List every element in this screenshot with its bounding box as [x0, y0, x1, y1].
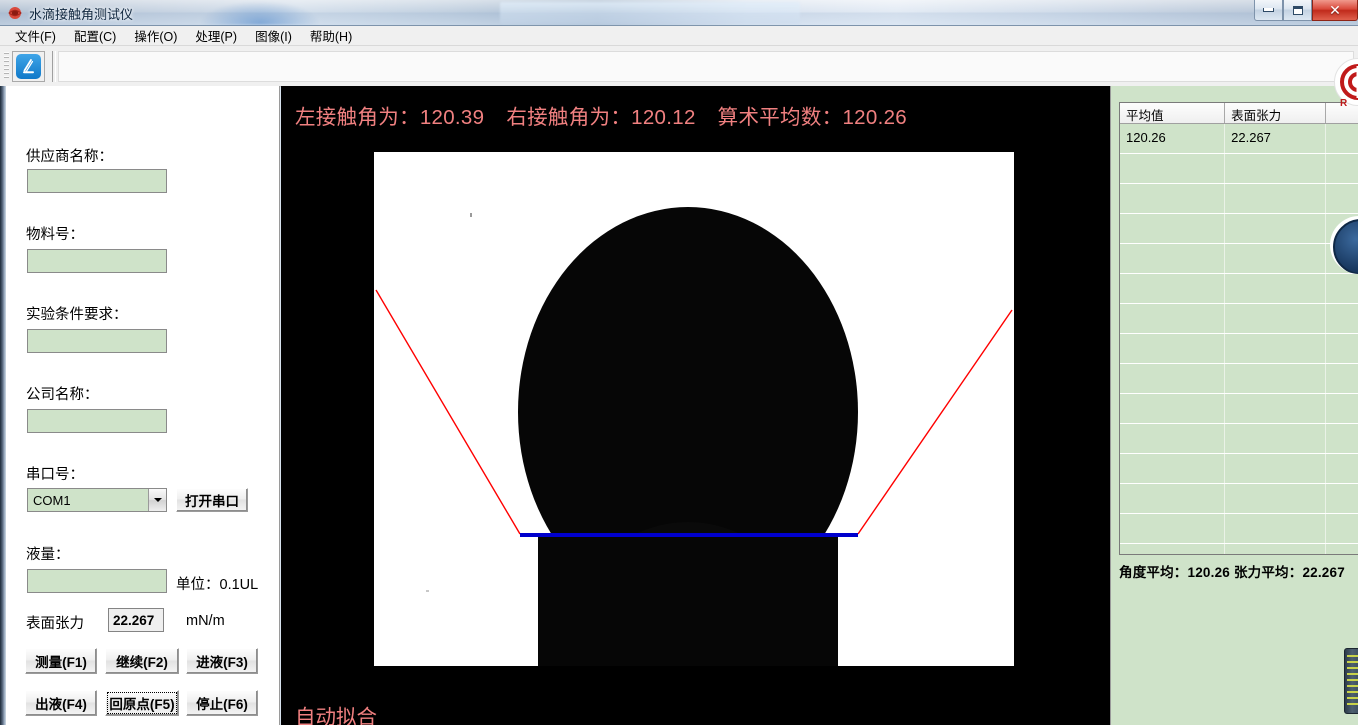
- volume-input[interactable]: [27, 569, 167, 593]
- droplet-image[interactable]: [374, 152, 1014, 666]
- mean-angle-value: 120.26: [842, 106, 907, 129]
- right-angle-value: 120.12: [631, 106, 696, 129]
- table-row[interactable]: [1120, 484, 1358, 514]
- window-title: 水滴接触角测试仪: [29, 7, 134, 22]
- material-number-label: 物料号：: [26, 227, 84, 243]
- column-header-tension[interactable]: 表面张力: [1225, 103, 1327, 123]
- volume-label: 液量：: [26, 547, 70, 563]
- maximize-icon: [1292, 5, 1303, 15]
- left-form-panel: 供应商名称： 物料号： 实验条件要求： 公司名称： 串口号： COM1 打开串口…: [0, 86, 280, 725]
- serial-port-select[interactable]: COM1: [27, 488, 167, 512]
- measure-button[interactable]: 测量(F1): [25, 648, 97, 674]
- application-window: 水滴接触角测试仪 ✕ 文件(F) 配置(C) 操作(O) 处理(P) 图像(I)…: [0, 0, 1358, 725]
- close-icon: ✕: [1329, 2, 1341, 18]
- image-viewer[interactable]: 左接触角为：120.39 右接触角为：120.12 算术平均数：120.26 自…: [281, 86, 1110, 725]
- title-bar-glass-highlight: [200, 1, 320, 25]
- image-speck: [470, 213, 472, 217]
- surface-tension-value[interactable]: 22.267: [108, 608, 164, 632]
- mean-angle-label: 算术平均数：: [717, 106, 843, 129]
- table-row[interactable]: [1120, 274, 1358, 304]
- supplier-name-label: 供应商名称：: [26, 149, 113, 165]
- test-condition-input[interactable]: [27, 329, 167, 353]
- dispense-out-button[interactable]: 出液(F4): [25, 690, 97, 716]
- table-row[interactable]: [1120, 304, 1358, 334]
- table-row[interactable]: [1120, 544, 1358, 554]
- close-button[interactable]: ✕: [1312, 0, 1358, 21]
- fit-status-label: 自动拟合: [295, 706, 377, 725]
- menu-item-config[interactable]: 配置(C): [65, 24, 125, 47]
- menu-item-process[interactable]: 处理(P): [186, 24, 246, 47]
- material-number-input[interactable]: [27, 249, 167, 273]
- results-grid-body: 120.26 22.267: [1120, 124, 1358, 554]
- home-position-button[interactable]: 回原点(F5): [105, 690, 179, 716]
- menu-item-help[interactable]: 帮助(H): [301, 24, 361, 47]
- angle-readout-bar: 左接触角为：120.39 右接触角为：120.12 算术平均数：120.26: [295, 100, 1095, 130]
- table-row[interactable]: [1120, 514, 1358, 544]
- menu-bar: 文件(F) 配置(C) 操作(O) 处理(P) 图像(I) 帮助(H): [0, 26, 1358, 46]
- surface-tension-unit: mN/m: [186, 613, 225, 629]
- toolbar-empty-area: [58, 51, 1354, 82]
- table-row[interactable]: [1120, 364, 1358, 394]
- image-speck: [426, 590, 429, 592]
- results-panel: 平均值 表面张力 120.26 22.267 角度平均：120.26 张力平均：…: [1110, 86, 1358, 725]
- right-angle-label: 右接触角为：: [506, 106, 632, 129]
- test-condition-label: 实验条件要求：: [26, 307, 128, 323]
- droplet-app-icon: [8, 7, 22, 19]
- serial-port-value: COM1: [33, 492, 71, 508]
- results-grid-header: 平均值 表面张力: [1120, 103, 1358, 124]
- goniometer-icon: [16, 54, 41, 79]
- table-row[interactable]: [1120, 454, 1358, 484]
- droplet-shape: [518, 207, 858, 666]
- toolbar-grip[interactable]: [4, 52, 9, 80]
- cell-average: 120.26: [1120, 124, 1226, 153]
- toolbar-separator: [52, 51, 56, 82]
- dispense-in-button[interactable]: 进液(F3): [186, 648, 258, 674]
- menu-item-operate[interactable]: 操作(O): [125, 24, 186, 47]
- company-name-input[interactable]: [27, 409, 167, 433]
- serial-port-label: 串口号：: [26, 467, 84, 483]
- results-grid[interactable]: 平均值 表面张力 120.26 22.267: [1119, 102, 1358, 555]
- registered-logo-text: R: [1340, 98, 1348, 109]
- volume-unit-label: 单位：0.1UL: [176, 577, 259, 593]
- averages-summary: 角度平均：120.26 张力平均：22.267: [1119, 565, 1345, 580]
- cell-tension: 22.267: [1225, 124, 1327, 153]
- vertical-slider[interactable]: [1344, 648, 1358, 714]
- cell-extra: [1326, 124, 1358, 153]
- column-header-average[interactable]: 平均值: [1120, 103, 1226, 123]
- droplet-figure: [374, 152, 1014, 666]
- table-row[interactable]: [1120, 214, 1358, 244]
- minimize-button[interactable]: [1254, 0, 1283, 21]
- open-port-button[interactable]: 打开串口: [176, 488, 248, 512]
- table-row[interactable]: [1120, 334, 1358, 364]
- minimize-icon: [1263, 8, 1274, 12]
- table-row[interactable]: [1120, 394, 1358, 424]
- maximize-button[interactable]: [1283, 0, 1312, 21]
- table-row[interactable]: [1120, 424, 1358, 454]
- window-left-edge: [0, 86, 6, 725]
- left-angle-label: 左接触角为：: [295, 106, 420, 129]
- menu-item-file[interactable]: 文件(F): [6, 24, 65, 47]
- toolbar: [0, 46, 1358, 87]
- title-bar: 水滴接触角测试仪 ✕: [0, 0, 1358, 26]
- menu-item-image[interactable]: 图像(I): [246, 24, 301, 47]
- surface-tension-label: 表面张力: [26, 616, 84, 632]
- table-row[interactable]: [1120, 154, 1358, 184]
- window-controls: ✕: [1254, 0, 1358, 21]
- title-bar-glass-reflection: [500, 2, 800, 24]
- company-name-label: 公司名称：: [26, 387, 99, 403]
- table-row[interactable]: [1120, 184, 1358, 214]
- left-angle-value: 120.39: [419, 106, 485, 129]
- supplier-name-input[interactable]: [27, 169, 167, 193]
- stop-button[interactable]: 停止(F6): [186, 690, 258, 716]
- continue-button[interactable]: 继续(F2): [105, 648, 179, 674]
- table-row[interactable]: 120.26 22.267: [1120, 124, 1358, 154]
- table-row[interactable]: [1120, 244, 1358, 274]
- goniometer-tool-button[interactable]: [12, 51, 45, 82]
- chevron-down-icon[interactable]: [148, 489, 166, 511]
